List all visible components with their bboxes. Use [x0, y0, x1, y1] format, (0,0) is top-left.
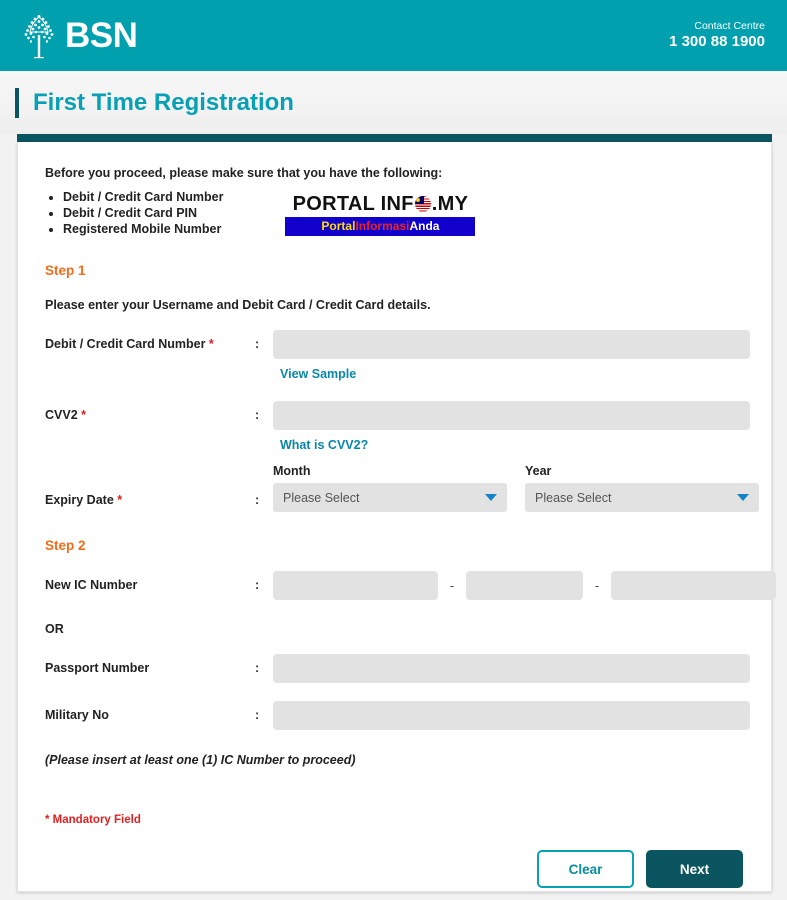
watermark-tagline-3: Anda: [409, 219, 440, 233]
contact-centre-label: Contact Centre: [694, 20, 765, 32]
watermark-tagline: PortalInformasiAnda: [285, 217, 476, 236]
expiry-selects: Month Please Select Year Please Select: [273, 464, 759, 512]
ic-requirement-note: (Please insert at least one (1) IC Numbe…: [45, 753, 356, 767]
expiry-date-label-text: Expiry Date: [45, 493, 114, 507]
cvv2-label: CVV2 *: [45, 401, 255, 422]
new-ic-number-row: New IC Number : - -: [45, 571, 776, 600]
ic-separator-1: -: [449, 578, 455, 593]
ic-part3-input[interactable]: [611, 571, 776, 600]
mandatory-field-note: * Mandatory Field: [45, 814, 141, 826]
chevron-down-icon: [485, 494, 497, 501]
step-2-heading: Step 2: [45, 538, 86, 553]
what-is-cvv2-link[interactable]: What is CVV2?: [280, 438, 368, 452]
card-number-row: Debit / Credit Card Number * : View Samp…: [45, 330, 750, 383]
requirements-list: Debit / Credit Card Number Debit / Credi…: [45, 189, 223, 237]
military-no-control: [273, 701, 750, 730]
passport-number-input[interactable]: [273, 654, 750, 683]
colon-separator: :: [255, 337, 260, 351]
expiry-date-control: Month Please Select Year Please Select: [273, 464, 759, 512]
month-select-value: Please Select: [283, 490, 360, 505]
site-header: BSN Contact Centre 1 300 88 1900: [0, 0, 787, 71]
military-no-input[interactable]: [273, 701, 750, 730]
card-top-accent-bar: [17, 134, 772, 142]
year-select-group: Year Please Select: [525, 464, 759, 512]
passport-number-control: [273, 654, 750, 683]
step-1-description: Please enter your Username and Debit Car…: [45, 298, 431, 312]
or-text: OR: [45, 622, 64, 636]
form-actions: Clear Next: [45, 850, 744, 888]
watermark-tagline-2: Informasi: [355, 219, 410, 233]
step-1-heading: Step 1: [45, 263, 86, 278]
colon-separator: :: [255, 408, 260, 422]
colon-separator: :: [255, 493, 260, 507]
year-select[interactable]: Please Select: [525, 483, 759, 512]
intro-lead-text: Before you proceed, please make sure tha…: [45, 166, 443, 180]
registration-card: Before you proceed, please make sure tha…: [17, 142, 776, 892]
page-title: First Time Registration: [33, 88, 294, 116]
chevron-down-icon: [737, 494, 749, 501]
passport-number-row: Passport Number :: [45, 654, 750, 683]
cvv2-row: CVV2 * : What is CVV2?: [45, 401, 750, 454]
required-asterisk: *: [208, 337, 214, 351]
month-select-group: Month Please Select: [273, 464, 507, 512]
colon-separator: :: [255, 708, 260, 722]
card-number-control: View Sample: [273, 330, 750, 383]
cvv2-control: What is CVV2?: [273, 401, 750, 454]
cvv2-label-text: CVV2: [45, 408, 78, 422]
card-number-label: Debit / Credit Card Number *: [45, 330, 255, 351]
ic-part1-input[interactable]: [273, 571, 438, 600]
new-ic-number-control: - -: [273, 571, 776, 600]
contact-centre-block: Contact Centre 1 300 88 1900: [669, 20, 769, 51]
military-no-label: Military No: [45, 708, 109, 722]
view-sample-link[interactable]: View Sample: [280, 367, 356, 381]
tree-logo-icon: [24, 14, 54, 58]
required-asterisk: *: [117, 493, 123, 507]
watermark-text-before: PORTAL INF: [292, 193, 414, 215]
required-asterisk: *: [81, 408, 87, 422]
malaysia-flag-icon: [414, 196, 431, 212]
ic-part2-input[interactable]: [466, 571, 583, 600]
clear-button[interactable]: Clear: [537, 850, 634, 888]
watermark-wordmark: PORTAL INF .MY: [285, 193, 475, 215]
card-number-label-text: Debit / Credit Card Number: [45, 337, 206, 351]
card-wrapper: Before you proceed, please make sure tha…: [0, 134, 787, 892]
watermark-tagline-1: Portal: [321, 219, 356, 233]
new-ic-number-label: New IC Number: [45, 578, 138, 592]
colon-separator: :: [255, 661, 260, 675]
colon-separator: :: [255, 578, 260, 592]
passport-number-label: Passport Number: [45, 661, 150, 675]
year-caption: Year: [525, 464, 552, 478]
ic-separator-2: -: [594, 578, 600, 593]
ic-input-group: - -: [273, 571, 776, 600]
cvv2-input[interactable]: [273, 401, 750, 430]
next-button[interactable]: Next: [646, 850, 743, 888]
list-item: Debit / Credit Card PIN: [63, 205, 223, 221]
watermark-text-after: .MY: [431, 193, 469, 215]
brand-logo[interactable]: BSN: [22, 13, 138, 59]
month-caption: Month: [273, 464, 311, 478]
list-item: Registered Mobile Number: [63, 221, 223, 237]
intro-row: Debit / Credit Card Number Debit / Credi…: [45, 189, 744, 237]
page-title-row: First Time Registration: [0, 71, 787, 134]
card-number-input[interactable]: [273, 330, 750, 359]
brand-name: BSN: [65, 16, 138, 55]
year-select-value: Please Select: [535, 490, 612, 505]
military-no-row: Military No :: [45, 701, 750, 730]
expiry-date-label: Expiry Date *: [45, 464, 255, 507]
month-select[interactable]: Please Select: [273, 483, 507, 512]
card-body: Before you proceed, please make sure tha…: [18, 142, 776, 888]
expiry-date-row: Expiry Date * : Month Please Select Year…: [45, 464, 759, 512]
contact-centre-number: 1 300 88 1900: [669, 33, 765, 50]
portal-info-my-watermark: PORTAL INF .MY PortalInformasiAnda: [285, 193, 476, 236]
title-accent-bar: [15, 87, 19, 118]
list-item: Debit / Credit Card Number: [63, 189, 223, 205]
